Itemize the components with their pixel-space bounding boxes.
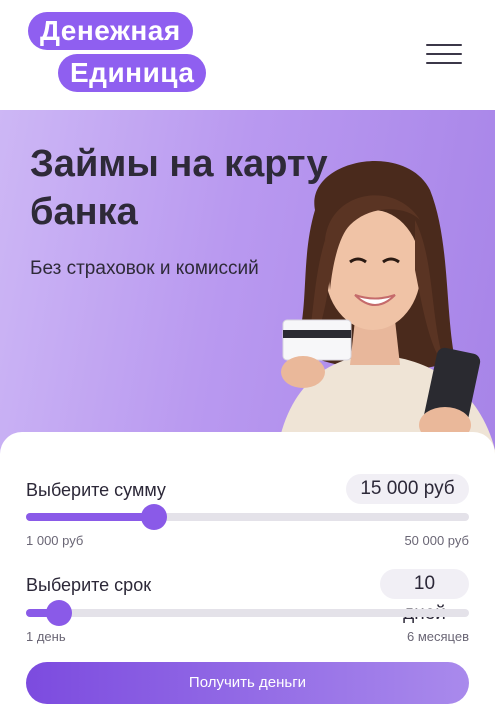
term-min-label: 1 день xyxy=(26,629,66,644)
logo-line-1: Денежная xyxy=(28,12,193,50)
term-max-label: 6 месяцев xyxy=(407,629,469,644)
hero-subtitle: Без страховок и комиссий xyxy=(30,258,259,279)
amount-value: 15 000 руб xyxy=(346,474,469,504)
menu-bar-middle xyxy=(426,53,462,55)
logo-line-2: Единица xyxy=(58,54,207,92)
amount-label: Выберите сумму xyxy=(26,480,166,500)
get-money-button[interactable]: Получить деньги xyxy=(26,662,469,704)
amount-min-label: 1 000 руб xyxy=(26,533,84,548)
amount-slider-thumb[interactable] xyxy=(141,504,168,530)
hero-title: Займы на карту банка xyxy=(30,143,328,233)
hero-banner: Займы на карту банка Без страховок и ком… xyxy=(0,110,495,460)
amount-slider[interactable] xyxy=(26,504,469,530)
term-slider-thumb[interactable] xyxy=(46,600,73,626)
loan-calculator-card: Выберите сумму 15 000 руб 1 000 руб 50 0… xyxy=(0,432,495,720)
logo[interactable]: Денежная Единица xyxy=(28,12,228,96)
menu-bar-top xyxy=(426,44,462,46)
header: Денежная Единица xyxy=(0,0,495,110)
menu-bar-bottom xyxy=(426,62,462,64)
hamburger-menu-icon[interactable] xyxy=(426,42,462,68)
term-value: 10 дней xyxy=(380,569,469,624)
term-label: Выберите срок xyxy=(26,575,152,595)
amount-max-label: 50 000 руб xyxy=(404,533,469,548)
term-slider[interactable] xyxy=(26,600,469,626)
amount-slider-fill xyxy=(26,513,155,521)
